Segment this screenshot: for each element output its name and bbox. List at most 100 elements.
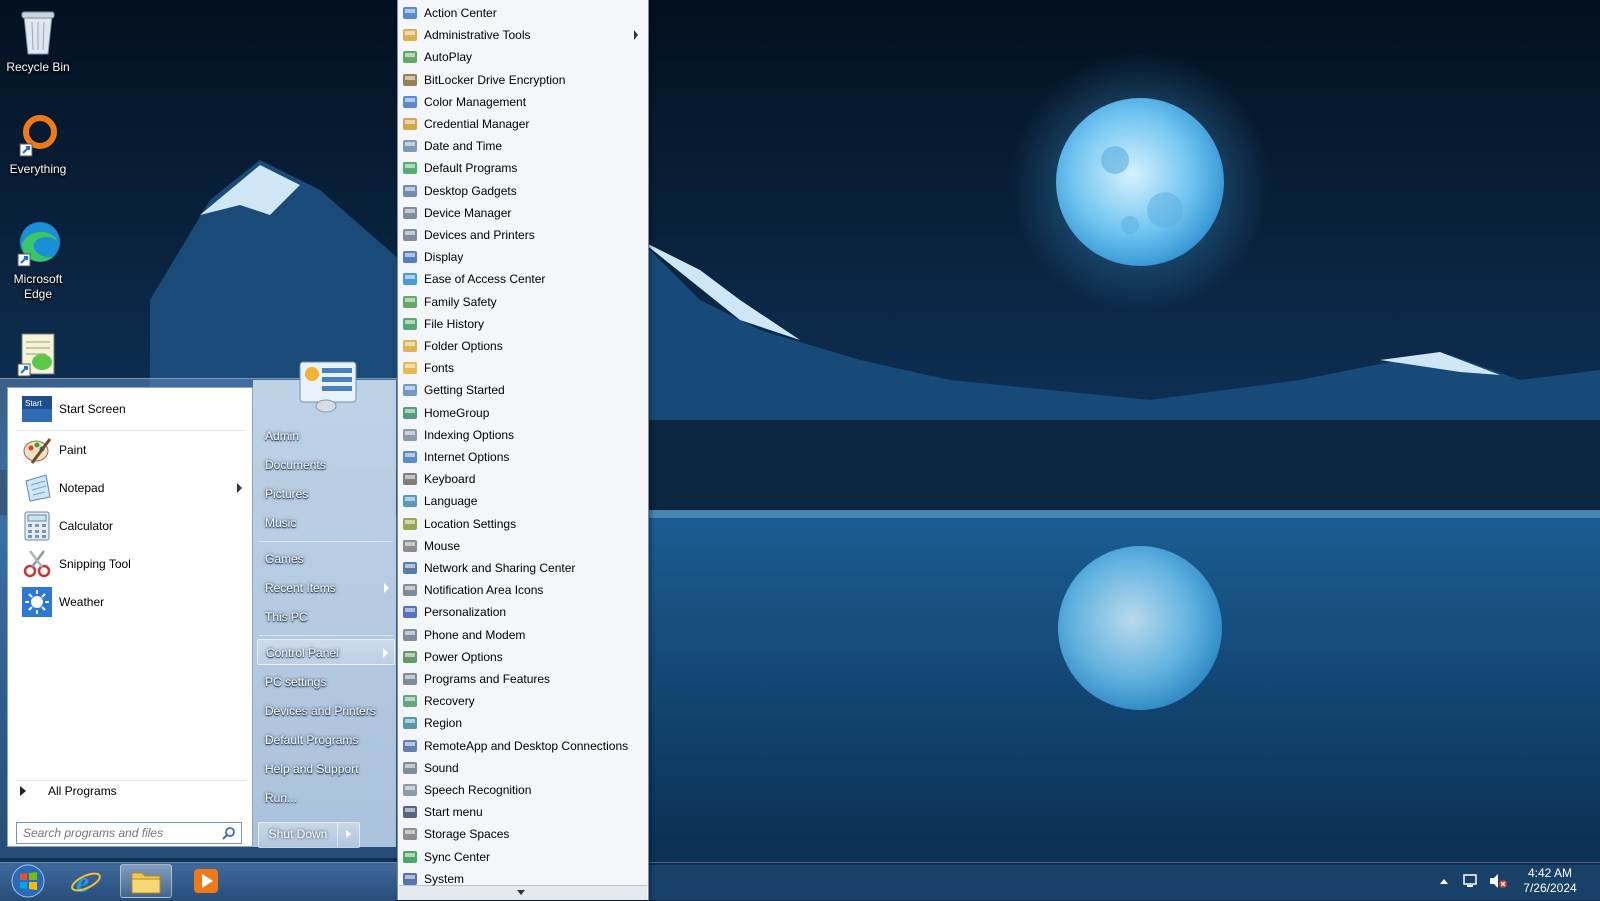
power-options-icon	[403, 650, 417, 663]
cp-item-default-programs[interactable]: Default Programs	[400, 157, 644, 179]
recycle-bin-icon	[21, 11, 55, 55]
cp-item-sync-center[interactable]: Sync Center	[400, 846, 644, 868]
start-link-music[interactable]: Music	[257, 510, 395, 536]
cp-item-folder-options[interactable]: Folder Options	[400, 335, 644, 357]
start-link-help-and-support[interactable]: Help and Support	[257, 756, 395, 782]
cp-item-display[interactable]: Display	[400, 246, 644, 268]
cp-item-region[interactable]: Region	[400, 712, 644, 734]
cp-item-label: Devices and Printers	[424, 228, 535, 242]
cp-item-action-center[interactable]: Action Center	[400, 2, 644, 24]
start-link-pictures[interactable]: Pictures	[257, 481, 395, 507]
taskbar-clock[interactable]: 4:42 AM 7/26/2024	[1510, 866, 1590, 896]
network-icon[interactable]	[1462, 873, 1480, 889]
pinned-start-screen[interactable]: Start Start Screen	[16, 392, 252, 426]
cp-item-ease-of-access-center[interactable]: Ease of Access Center	[400, 268, 644, 290]
cp-item-remoteapp-and-desktop-connections[interactable]: RemoteApp and Desktop Connections	[400, 735, 644, 757]
cp-item-location-settings[interactable]: Location Settings	[400, 513, 644, 535]
start-link-pc-settings[interactable]: PC settings	[257, 669, 395, 695]
desktop-icon-shortcut[interactable]	[2, 330, 74, 382]
cp-item-network-and-sharing-center[interactable]: Network and Sharing Center	[400, 557, 644, 579]
cp-item-label: File History	[424, 316, 485, 331]
cp-item-label: RemoteApp and Desktop Connections	[424, 738, 629, 753]
cp-item-internet-options[interactable]: Internet Options	[400, 446, 644, 468]
cp-item-label: Default Programs	[424, 161, 518, 176]
submenu-arrow-icon[interactable]	[237, 483, 242, 493]
start-link-recent-items[interactable]: Recent Items	[257, 575, 395, 601]
cp-item-date-and-time[interactable]: Date and Time	[400, 135, 644, 157]
start-links-separator	[259, 635, 393, 636]
cp-item-label: Family Safety	[424, 294, 497, 309]
desktop-icon-everything[interactable]: Everything	[2, 114, 74, 177]
cp-item-autoplay[interactable]: AutoPlay	[400, 46, 644, 68]
cp-item-programs-and-features[interactable]: Programs and Features	[400, 668, 644, 690]
start-link-default-programs[interactable]: Default Programs	[257, 727, 395, 753]
desktop-icon-microsoft-edge[interactable]: Microsoft Edge	[2, 220, 74, 302]
cp-item-phone-and-modem[interactable]: Phone and Modem	[400, 624, 644, 646]
start-button[interactable]	[2, 864, 54, 898]
pinned-weather[interactable]: Weather	[16, 585, 252, 619]
cp-item-getting-started[interactable]: Getting Started	[400, 379, 644, 401]
cp-item-system[interactable]: System	[400, 868, 644, 890]
cp-item-notification-area-icons[interactable]: Notification Area Icons	[400, 579, 644, 601]
cp-item-desktop-gadgets[interactable]: Desktop Gadgets	[400, 180, 644, 202]
pinned-notepad[interactable]: Notepad	[16, 471, 252, 505]
cp-item-label: Internet Options	[424, 450, 510, 464]
cp-item-fonts[interactable]: Fonts	[400, 357, 644, 379]
volume-muted-icon[interactable]	[1488, 873, 1508, 889]
everything-search-icon	[19, 115, 57, 157]
taskbar-media-player[interactable]	[180, 864, 232, 898]
shutdown-button[interactable]: Shut Down	[259, 823, 338, 847]
cp-item-personalization[interactable]: Personalization	[400, 601, 644, 623]
cp-item-keyboard[interactable]: Keyboard	[400, 468, 644, 490]
start-link-run[interactable]: Run...	[257, 785, 395, 811]
system-tray	[1440, 862, 1508, 900]
cp-item-file-history[interactable]: File History	[400, 313, 644, 335]
cp-item-label: Notification Area Icons	[424, 583, 544, 598]
cp-item-credential-manager[interactable]: Credential Manager	[400, 113, 644, 135]
cp-item-recovery[interactable]: Recovery	[400, 690, 644, 712]
start-link-devices-and-printers[interactable]: Devices and Printers	[257, 698, 395, 724]
cp-item-storage-spaces[interactable]: Storage Spaces	[400, 823, 644, 845]
cp-item-homegroup[interactable]: HomeGroup	[400, 402, 644, 424]
cp-item-devices-and-printers[interactable]: Devices and Printers	[400, 224, 644, 246]
cp-item-family-safety[interactable]: Family Safety	[400, 291, 644, 313]
cp-item-device-manager[interactable]: Device Manager	[400, 202, 644, 224]
cp-item-bitlocker-drive-encryption[interactable]: BitLocker Drive Encryption	[400, 69, 644, 91]
cp-item-indexing-options[interactable]: Indexing Options	[400, 424, 644, 446]
cp-item-color-management[interactable]: Color Management	[400, 91, 644, 113]
pinned-snipping-tool[interactable]: Snipping Tool	[16, 547, 252, 581]
edge-icon	[17, 222, 60, 267]
default-programs-icon	[403, 162, 417, 175]
cp-item-label: Action Center	[424, 6, 497, 20]
system-icon	[403, 872, 417, 885]
taskbar-internet-explorer[interactable]: e	[60, 864, 112, 898]
cp-item-start-menu[interactable]: Start menu	[400, 801, 644, 823]
all-programs-button[interactable]: All Programs	[20, 784, 117, 798]
start-link-this-pc[interactable]: This PC	[257, 604, 395, 630]
cp-item-speech-recognition[interactable]: Speech Recognition	[400, 779, 644, 801]
pinned-paint[interactable]: Paint	[16, 433, 252, 467]
taskbar-file-explorer[interactable]	[120, 864, 172, 898]
fonts-icon	[403, 362, 417, 375]
user-picture-icon[interactable]	[296, 360, 360, 414]
show-hidden-icons-icon[interactable]	[1440, 878, 1448, 884]
cp-item-language[interactable]: Language	[400, 490, 644, 512]
cp-item-sound[interactable]: Sound	[400, 757, 644, 779]
cp-item-power-options[interactable]: Power Options	[400, 646, 644, 668]
start-link-games[interactable]: Games	[257, 546, 395, 572]
search-input[interactable]	[16, 822, 242, 844]
cp-item-administrative-tools[interactable]: Administrative Tools	[400, 24, 644, 46]
clock-date: 7/26/2024	[1523, 881, 1577, 895]
start-link-control-panel[interactable]: Control Panel	[257, 639, 395, 665]
shutdown-options-arrow-icon[interactable]	[338, 823, 359, 847]
start-link-admin[interactable]: Admin	[257, 423, 395, 449]
family-safety-icon	[403, 295, 417, 308]
region-icon	[403, 717, 417, 730]
bitlocker-drive-encryption-icon	[403, 73, 417, 86]
start-link-documents[interactable]: Documents	[257, 452, 395, 478]
cp-item-label: Folder Options	[424, 339, 503, 353]
desktop-icon-recycle-bin[interactable]: Recycle Bin	[2, 8, 74, 75]
cp-item-mouse[interactable]: Mouse	[400, 535, 644, 557]
search-icon[interactable]	[222, 826, 236, 840]
pinned-calculator[interactable]: Calculator	[16, 509, 252, 543]
